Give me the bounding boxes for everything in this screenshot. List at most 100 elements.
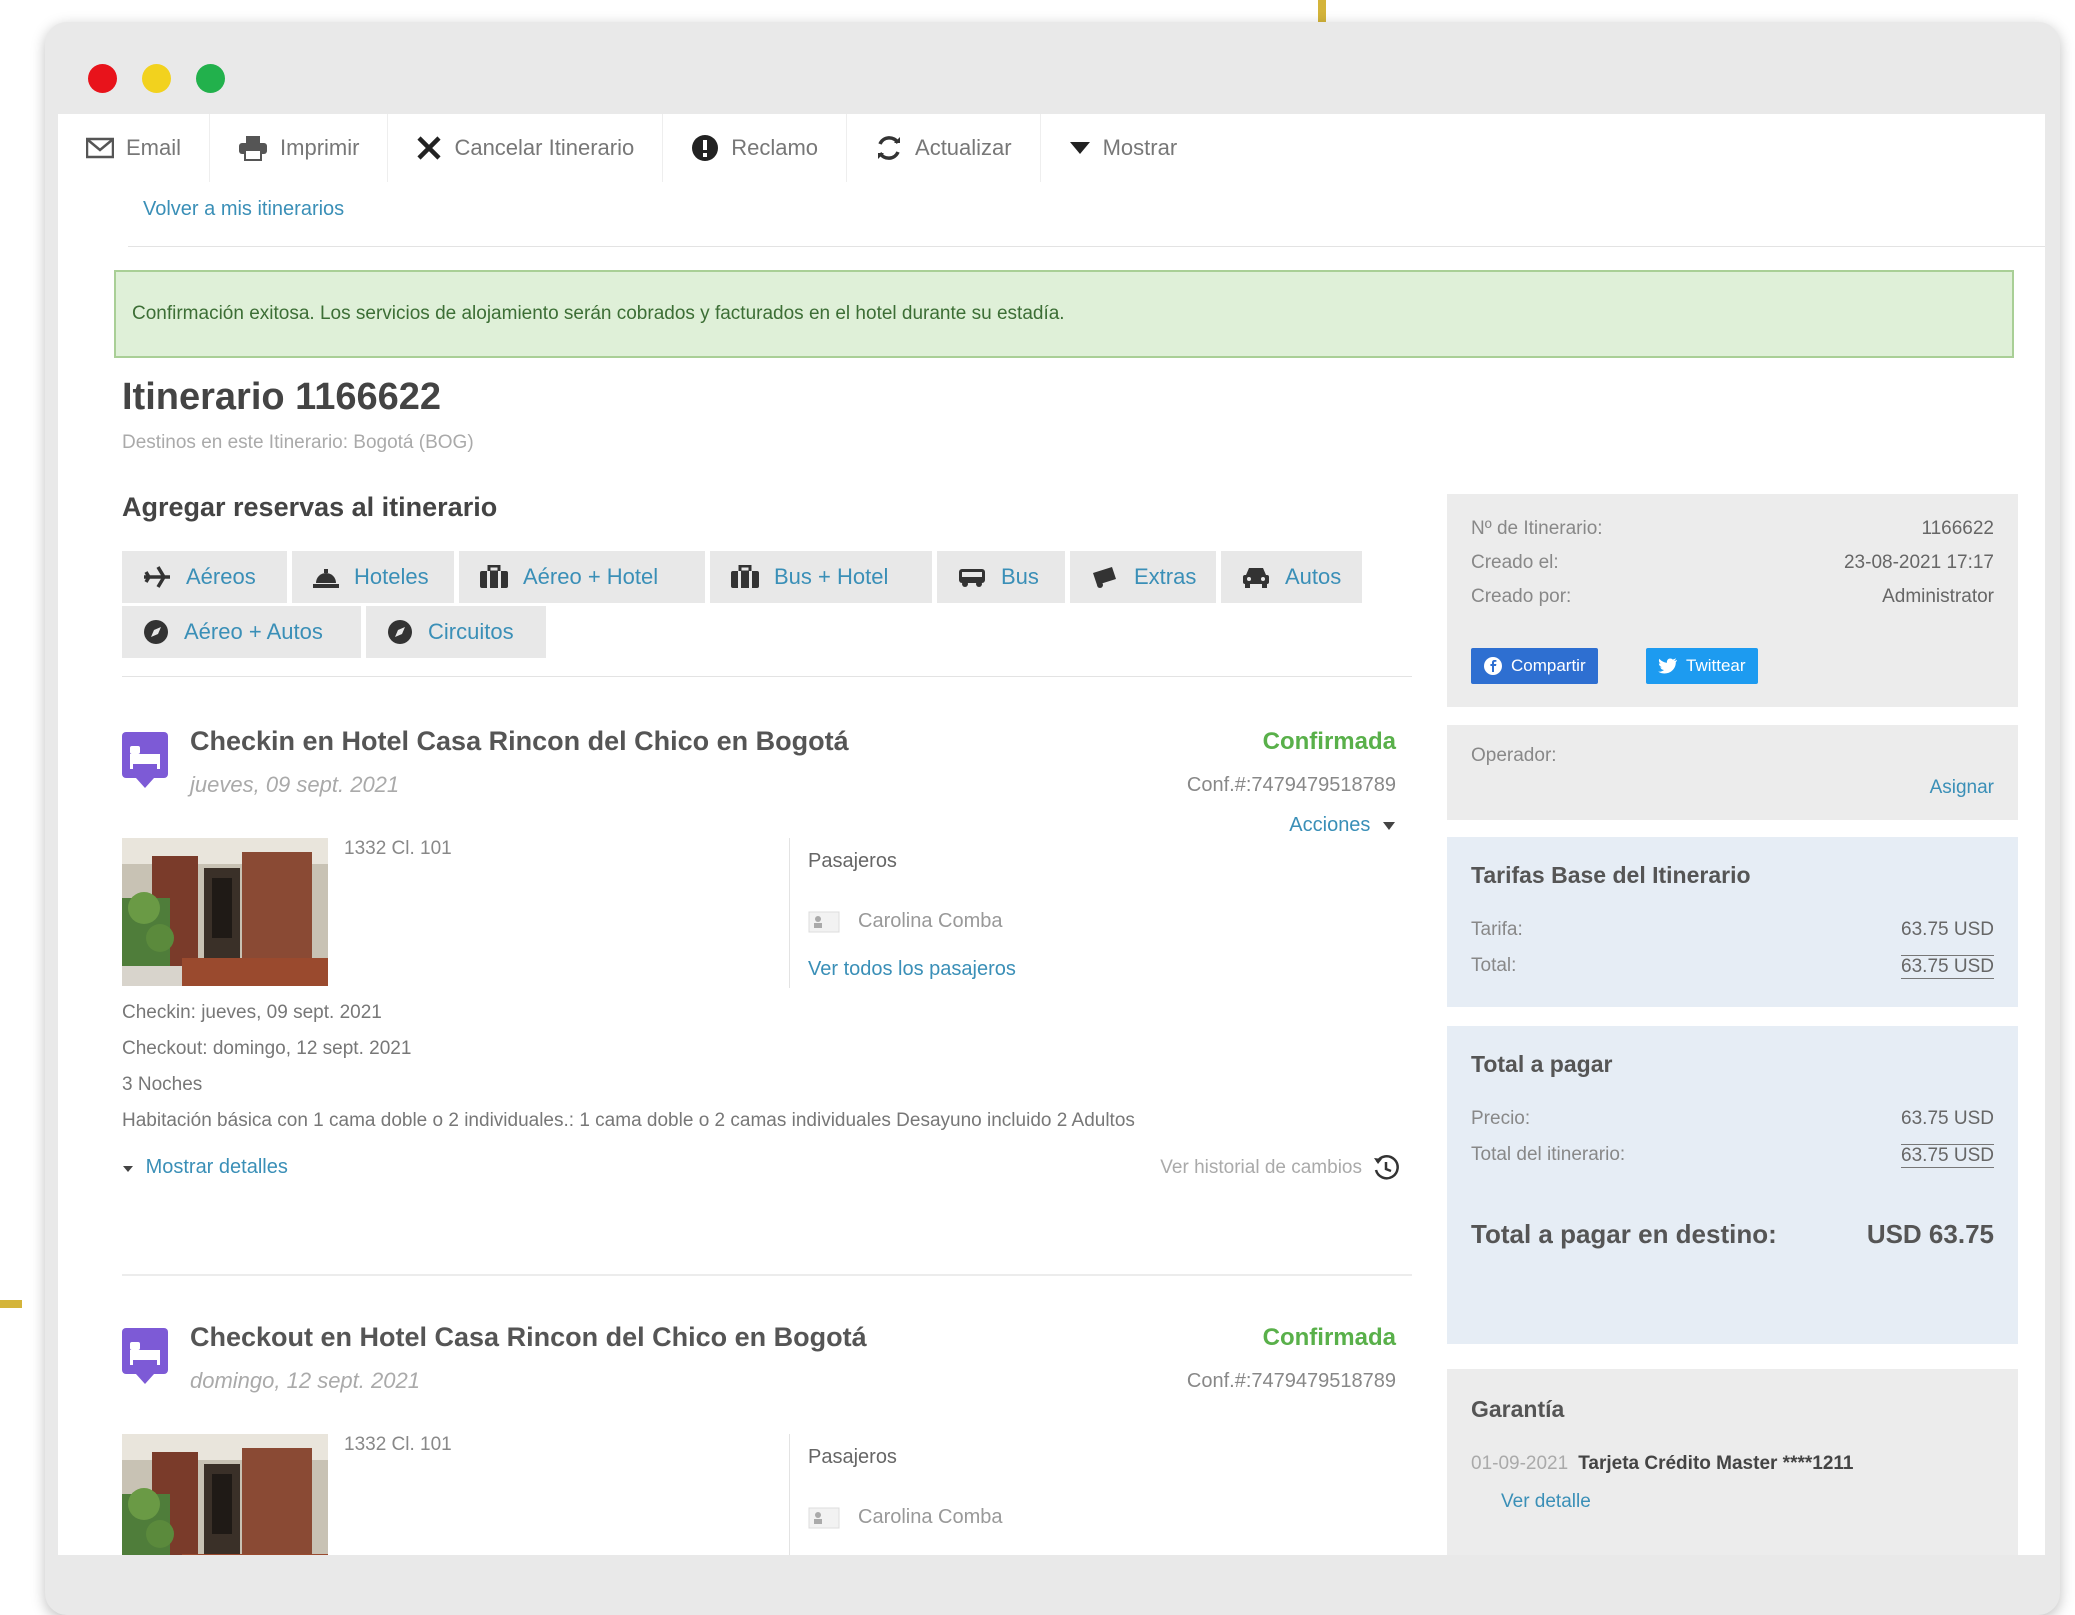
change-history-label: Ver historial de cambios (1160, 1157, 1362, 1178)
hotel-address: 1332 Cl. 101 (344, 1434, 452, 1455)
status-badge: Confirmada (1262, 1324, 1396, 1351)
flights-label: Aéreos (186, 564, 256, 589)
extras-button[interactable]: Extras (1070, 551, 1216, 603)
exclamation-icon (692, 135, 719, 161)
minimize-window-dot[interactable] (142, 64, 171, 93)
page-title: Itinerario 1166622 (122, 376, 441, 418)
operator-panel: Operador: Asignar (1447, 725, 2018, 820)
extras-label: Extras (1134, 564, 1197, 589)
operator-row: Operador: (1471, 745, 1994, 767)
print-label: Imprimir (280, 135, 360, 160)
hotel-photo (122, 1434, 328, 1555)
base-rates-title: Tarifas Base del Itinerario (1471, 862, 1751, 888)
passenger-item: Carolina Comba (808, 1506, 1003, 1529)
hotel-booking-icon (122, 732, 168, 788)
itinerary-total-value: 63.75 USD (1901, 1144, 1994, 1168)
passengers-title: Pasajeros (808, 850, 897, 872)
rate-row: Total: 63.75 USD (1471, 955, 1994, 979)
passenger-item: Carolina Comba (808, 910, 1003, 933)
change-history-link[interactable]: Ver historial de cambios (1160, 1154, 1400, 1182)
info-label: Nº de Itinerario: (1471, 518, 1603, 539)
hotel-address: 1332 Cl. 101 (344, 838, 452, 859)
refresh-button[interactable]: Actualizar (847, 114, 1041, 182)
created-date-value: 23-08-2021 17:17 (1843, 552, 1994, 573)
flights-button[interactable]: Aéreos (122, 551, 287, 603)
info-label: Creado el: (1471, 552, 1559, 573)
twitter-share-button[interactable]: Twittear (1646, 648, 1758, 684)
show-button[interactable]: Mostrar (1041, 114, 1206, 182)
pay-at-destination-row: Total a pagar en destino: USD 63.75 (1471, 1219, 1994, 1250)
guarantee-title: Garantía (1471, 1396, 1565, 1422)
hotel-booking-icon (122, 1328, 168, 1384)
bus-button[interactable]: Bus (937, 551, 1065, 603)
total-to-pay-panel: Total a pagar Precio: 63.75 USD Total del… (1447, 1026, 2018, 1344)
price-value: 63.75 USD (1901, 1108, 1994, 1129)
bus-hotel-button[interactable]: Bus + Hotel (710, 551, 932, 603)
email-button[interactable]: Email (58, 114, 211, 182)
booking-date: domingo, 12 sept. 2021 (190, 1368, 420, 1393)
itinerary-info-panel: Nº de Itinerario: 1166622 Creado el: 23-08… (1447, 494, 2018, 707)
suitcase-icon (480, 565, 508, 588)
confirmation-number: Conf.#:7479479518789 (1186, 774, 1396, 796)
hotels-button[interactable]: Hoteles (292, 551, 454, 603)
actions-label: Acciones (1289, 814, 1371, 836)
ticket-icon (1093, 567, 1116, 588)
claim-button[interactable]: Reclamo (663, 114, 848, 182)
bus-label: Bus (1001, 564, 1039, 589)
share-label: Compartir (1511, 656, 1586, 675)
circuits-label: Circuitos (428, 619, 514, 644)
bus-icon (959, 569, 985, 587)
confirmation-number: Conf.#:7479479518789 (1186, 1370, 1396, 1392)
maximize-window-dot[interactable] (196, 64, 225, 93)
divider (128, 246, 2045, 247)
nights-count: 3 Noches (122, 1074, 203, 1095)
hotels-label: Hoteles (354, 564, 429, 589)
total-row: Precio: 63.75 USD (1471, 1108, 1994, 1130)
operator-label: Operador: (1471, 745, 1557, 766)
caret-down-icon (1069, 142, 1090, 154)
bell-icon (313, 569, 339, 588)
facebook-icon (1484, 657, 1502, 675)
back-to-itineraries-link[interactable]: Volver a mis itinerarios (143, 198, 344, 221)
view-guarantee-detail-link[interactable]: Ver detalle (1501, 1491, 1591, 1513)
cancel-itinerary-button[interactable]: Cancelar Itinerario (388, 114, 664, 182)
cars-label: Autos (1285, 564, 1342, 589)
flight-cars-button[interactable]: Aéreo + Autos (122, 606, 361, 658)
show-details-toggle[interactable]: Mostrar detalles (122, 1156, 288, 1179)
refresh-label: Actualizar (915, 135, 1012, 160)
info-label: Creado por: (1471, 586, 1572, 607)
booking-card-checkout: Checkout en Hotel Casa Rincon del Chico … (122, 1322, 1412, 1555)
checkin-date: Checkin: jueves, 09 sept. 2021 (122, 1002, 382, 1023)
view-all-passengers-link[interactable]: Ver todos los pasajeros (808, 958, 1016, 981)
compass-icon (388, 620, 412, 644)
itinerary-toolbar: Email Imprimir Cancelar Itinerario Recla… (58, 114, 1293, 184)
pay-at-destination-label: Total a pagar en destino: (1471, 1219, 1777, 1249)
status-badge: Confirmada (1262, 728, 1396, 755)
close-window-dot[interactable] (88, 64, 117, 93)
bus-hotel-label: Bus + Hotel (774, 564, 889, 589)
flight-hotel-button[interactable]: Aéreo + Hotel (459, 551, 705, 603)
user-icon (808, 911, 840, 932)
facebook-share-button[interactable]: Compartir (1471, 648, 1598, 684)
actions-dropdown[interactable]: Acciones (1289, 814, 1396, 837)
pay-at-destination-value: USD 63.75 (1866, 1219, 1994, 1249)
hotel-photo (122, 838, 328, 986)
cars-button[interactable]: Autos (1221, 551, 1362, 603)
flight-cars-label: Aéreo + Autos (184, 619, 323, 644)
booking-title: Checkout en Hotel Casa Rincon del Chico … (190, 1322, 867, 1352)
printer-icon (239, 136, 268, 161)
twitter-icon (1658, 658, 1677, 674)
claim-label: Reclamo (731, 135, 819, 160)
caret-down-icon (123, 1166, 133, 1172)
plane-icon (144, 566, 170, 588)
info-row: Creado el: 23-08-2021 17:17 (1471, 552, 1994, 574)
circuits-button[interactable]: Circuitos (366, 606, 546, 658)
created-by-value: Administrator (1882, 586, 1994, 607)
room-description: Habitación básica con 1 cama doble o 2 i… (122, 1110, 1135, 1131)
email-label: Email (126, 135, 182, 160)
print-button[interactable]: Imprimir (210, 114, 389, 182)
assign-operator-link[interactable]: Asignar (1930, 777, 1994, 799)
divider (789, 1434, 790, 1555)
show-details-label: Mostrar detalles (145, 1156, 288, 1178)
refresh-icon (878, 136, 901, 160)
